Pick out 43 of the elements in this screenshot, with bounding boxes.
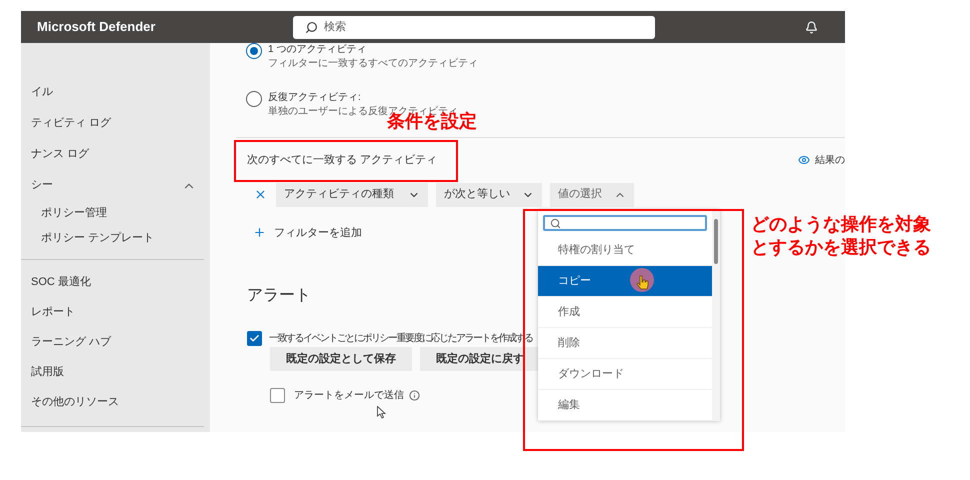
checkbox[interactable] [270,388,285,403]
radio-label: 1 つのアクティビティ [268,43,368,57]
sidebar-subitem[interactable]: ポリシー管理 [31,201,210,226]
search-icon [550,218,561,228]
sidebar-item[interactable]: SOC 最適化 [31,267,210,297]
sidebar-item[interactable]: 試用版 [31,357,210,387]
radio-button[interactable] [246,91,262,107]
mouse-pointer-icon [377,406,386,419]
sidebar-item[interactable]: ティビティ ログ [31,108,210,139]
filter-value-dropdown[interactable]: 値の選択 [550,182,634,206]
preview-link[interactable]: 結果の [798,152,845,168]
dropdown-search-field[interactable] [543,215,707,231]
radio-button[interactable] [246,43,262,59]
radio-description: フィルターに一致するすべてのアクティビティ [268,57,478,71]
add-filter-button[interactable]: フィルターを追加 [253,224,362,241]
sidebar-item[interactable]: ラーニング ハブ [31,327,210,357]
notification-icon[interactable] [805,20,818,34]
alerts-heading: アラート [247,286,311,306]
conditions-heading: 次のすべてに一致する アクティビティ [247,153,438,168]
sidebar-subitem[interactable]: ポリシー テンプレート [31,226,210,251]
sidebar-item[interactable]: イル [31,77,210,108]
default-settings-button[interactable]: 既定の設定として保存 [270,347,412,371]
filter-field-dropdown[interactable]: アクティビティの種類 [276,182,428,206]
checkbox[interactable] [247,331,262,346]
search-field[interactable]: 検索 [293,16,655,38]
annotation-text: どのような操作を対象 とするかを選択できる [751,213,931,259]
plus-icon [253,226,266,240]
eye-icon [798,154,810,166]
search-icon [305,20,318,34]
checkbox-label: 一致するイベントごとにポリシー重要度に応じたアラートを作成する [269,332,532,346]
sidebar-item[interactable]: ナンス ログ [31,139,210,170]
sidebar-item[interactable]: シー [31,170,210,201]
default-settings-button[interactable]: 既定の設定に戻す [420,347,540,371]
sidebar-item[interactable]: その他のリソース [31,387,210,417]
dropdown-option[interactable]: コピー [538,266,712,297]
radio-label: 反復アクティビティ: [268,91,362,105]
check-icon [249,333,260,344]
filter-operator-dropdown[interactable]: が次と等しい [436,182,542,206]
info-icon[interactable] [409,390,420,401]
checkbox-label: アラートをメールで送信 [294,389,404,403]
sidebar-item[interactable]: レポート [31,297,210,327]
remove-filter-icon[interactable] [254,188,267,201]
app-title: Microsoft Defender [37,18,156,36]
